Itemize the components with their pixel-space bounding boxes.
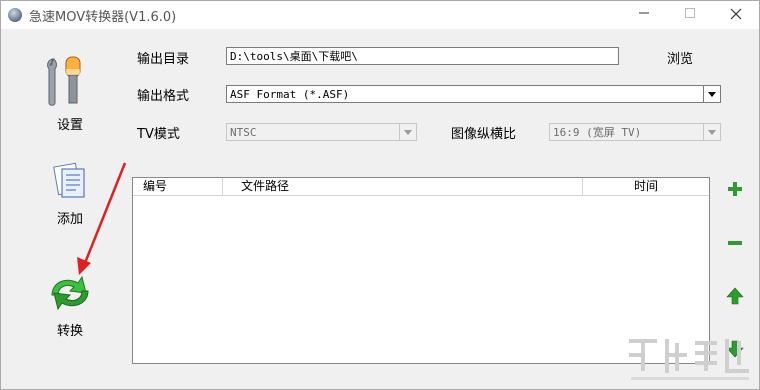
remove-item-button[interactable]: [725, 233, 745, 253]
maximize-button: [667, 1, 713, 29]
chevron-down-icon: [399, 124, 416, 140]
move-up-button[interactable]: [725, 286, 745, 306]
output-dir-input[interactable]: D:\tools\桌面\下载吧\: [226, 47, 619, 65]
output-format-label: 输出格式: [137, 89, 190, 104]
aspect-ratio-label: 图像纵横比: [451, 127, 517, 142]
maximize-icon: [685, 8, 695, 18]
convert-label: 转换: [56, 324, 83, 339]
tv-mode-select: NTSC: [226, 123, 417, 141]
file-list[interactable]: 编号 文件路径 时间: [132, 177, 710, 364]
column-header-number[interactable]: 编号: [133, 178, 223, 195]
settings-button[interactable]: 设置: [35, 53, 105, 133]
close-button[interactable]: [713, 1, 759, 29]
annotation-arrow: [77, 162, 127, 275]
output-format-value: ASF Format (*.ASF): [230, 88, 350, 101]
watermark-logo: [629, 339, 749, 380]
chevron-down-icon: [703, 86, 720, 102]
app-logo-icon: [8, 8, 22, 22]
browse-button[interactable]: 浏览: [663, 48, 697, 67]
plus-icon: [728, 182, 742, 196]
title-bar: 急速MOV转换器(V1.6.0): [1, 1, 759, 29]
minimize-button[interactable]: [621, 1, 667, 29]
tv-mode-value: NTSC: [230, 126, 257, 139]
file-list-header: 编号 文件路径 时间: [133, 178, 709, 196]
minus-icon: [728, 241, 742, 245]
column-header-time[interactable]: 时间: [583, 178, 709, 195]
add-item-button[interactable]: [725, 179, 745, 199]
output-format-select[interactable]: ASF Format (*.ASF): [226, 85, 721, 103]
app-window: 急速MOV转换器(V1.6.0) 设置 添加 转换 输出目录 D:\tools\…: [0, 0, 760, 390]
window-title: 急速MOV转换器(V1.6.0): [29, 10, 177, 25]
close-icon: [730, 8, 742, 20]
aspect-ratio-value: 16:9 (宽屏 TV): [553, 126, 642, 139]
arrow-up-icon: [726, 287, 744, 305]
settings-wrench-icon: [47, 56, 81, 106]
tv-mode-label: TV模式: [137, 127, 180, 142]
minimize-icon: [639, 12, 649, 14]
convert-button[interactable]: 转换: [35, 271, 105, 339]
settings-label: 设置: [56, 118, 83, 133]
chevron-down-icon: [703, 124, 720, 140]
aspect-ratio-select: 16:9 (宽屏 TV): [549, 123, 721, 141]
output-dir-label: 输出目录: [137, 52, 190, 67]
column-header-file-path[interactable]: 文件路径: [223, 178, 583, 195]
